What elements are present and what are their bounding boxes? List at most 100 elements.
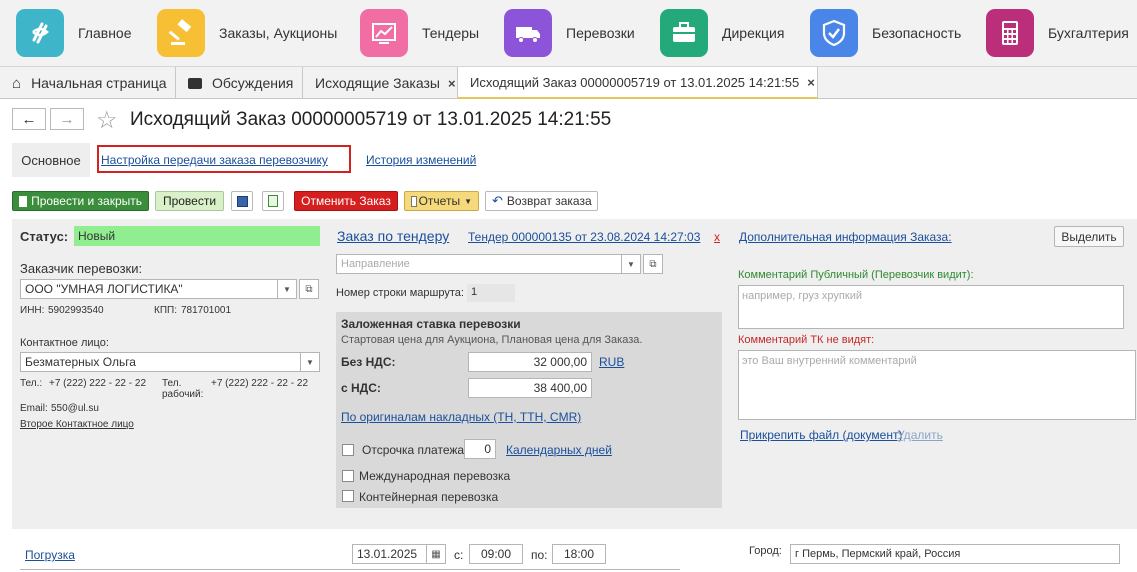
undo-arrow-icon: ↶ [492, 193, 503, 208]
tab-outgoing-orders[interactable]: Исходящие Заказы × [303, 67, 458, 99]
reports-button[interactable]: Отчеты ▼ [404, 191, 479, 211]
originals-link[interactable]: По оригиналам накладных (ТН, ТТН, CMR) [341, 410, 581, 424]
arrow-right-icon: → [59, 110, 75, 128]
customer-field[interactable]: ООО "УМНАЯ ЛОГИСТИКА" [20, 279, 278, 299]
nav-security[interactable]: Безопасность [810, 9, 961, 57]
tab-current-order-label: Исходящий Заказ 00000005719 от 13.01.202… [470, 74, 800, 90]
to-time-field[interactable]: 18:00 [552, 544, 606, 564]
no-vat-label: Без НДС: [341, 355, 396, 369]
deferral-checkbox[interactable] [342, 444, 354, 456]
calendar-days-link[interactable]: Календарных дней [506, 443, 612, 457]
currency-link[interactable]: RUB [599, 355, 624, 369]
post-and-close-button[interactable]: Провести и закрыть [12, 191, 149, 211]
save-button[interactable] [231, 191, 253, 211]
status-value: Новый [74, 226, 320, 246]
chevron-down-icon[interactable]: ▼ [621, 254, 641, 274]
create-based-button[interactable] [262, 191, 284, 211]
from-time-field[interactable]: 09:00 [469, 544, 523, 564]
international-label: Международная перевозка [359, 469, 511, 483]
post-button[interactable]: Провести [155, 191, 224, 211]
city-field[interactable]: г Пермь, Пермский край, Россия [790, 544, 1120, 564]
chart-line-icon [360, 9, 408, 57]
nav-orders-auctions-label: Заказы, Аукционы [219, 25, 338, 41]
container-label: Контейнерная перевозка [359, 490, 499, 504]
tab-outgoing-orders-label: Исходящие Заказы [315, 75, 440, 91]
gavel-icon [157, 9, 205, 57]
tab-carrier-settings[interactable]: Настройка передачи заказа перевозчику [101, 153, 328, 167]
container-checkbox[interactable] [342, 490, 354, 502]
work-phone-value: +7 (222) 222 - 22 - 22 [211, 378, 309, 389]
city-label: Город: [749, 545, 782, 557]
public-comment-field[interactable]: например, груз хрупкий [738, 285, 1124, 329]
floppy-icon [236, 195, 248, 207]
nav-transport[interactable]: Перевозки [504, 9, 635, 57]
direction-field[interactable]: Направление [336, 254, 622, 274]
tab-discussions-label: Обсуждения [212, 75, 294, 91]
nav-accounting[interactable]: Бухгалтерия [986, 9, 1129, 57]
kpp-label: КПП: [154, 305, 177, 316]
nav-main[interactable]: Главное [16, 9, 132, 57]
open-form-icon[interactable]: ⧉ [643, 254, 663, 274]
post-and-close-label: Провести и закрыть [31, 194, 142, 208]
chat-icon [188, 77, 202, 89]
close-icon[interactable]: × [448, 76, 456, 91]
nav-directorate-label: Дирекция [722, 25, 785, 41]
page-title: Исходящий Заказ 00000005719 от 13.01.202… [130, 109, 612, 130]
nav-main-label: Главное [78, 25, 132, 41]
loading-link[interactable]: Погрузка [25, 548, 75, 562]
close-icon[interactable]: × [807, 75, 815, 90]
report-icon [411, 195, 417, 207]
international-checkbox[interactable] [342, 470, 354, 482]
nav-orders-auctions[interactable]: Заказы, Аукционы [157, 9, 337, 57]
tender-link[interactable]: Тендер 000000135 от 23.08.2024 14:27:03 [468, 230, 700, 244]
tab-discussions[interactable]: Обсуждения [176, 67, 303, 99]
chevron-down-icon[interactable]: ▼ [277, 279, 297, 299]
calculator-icon [986, 9, 1034, 57]
return-order-label: Возврат заказа [506, 194, 592, 208]
highlight-button[interactable]: Выделить [1054, 226, 1124, 247]
private-comment-field[interactable]: это Ваш внутренний комментарий [738, 350, 1136, 420]
nav-directorate[interactable]: Дирекция [660, 9, 784, 57]
phone-value: +7 (222) 222 - 22 - 22 [49, 378, 147, 389]
document-icon [19, 195, 28, 207]
home-icon: ⌂ [12, 74, 22, 92]
tender-order-link[interactable]: Заказ по тендеру [337, 228, 449, 244]
status-label: Статус: [20, 229, 69, 244]
inn-value: 5902993540 [48, 305, 104, 316]
to-label: по: [531, 548, 548, 562]
tab-history[interactable]: История изменений [366, 153, 476, 167]
private-comment-label: Комментарий ТК не видят: [738, 334, 875, 346]
clear-tender-button[interactable]: x [714, 230, 720, 244]
tab-home-label: Начальная страница [31, 75, 167, 91]
nav-security-label: Безопасность [872, 25, 962, 41]
contact-field[interactable]: Безматерных Ольга [20, 352, 301, 372]
open-form-icon[interactable]: ⧉ [299, 279, 319, 299]
nav-tenders[interactable]: Тендеры [360, 9, 479, 57]
arrow-left-icon: ← [21, 110, 37, 128]
no-vat-field[interactable]: 32 000,00 [468, 352, 592, 372]
tab-home[interactable]: ⌂ Начальная страница [0, 67, 176, 99]
forward-button[interactable]: → [50, 108, 84, 130]
attach-file-link[interactable]: Прикрепить файл (документ) [740, 428, 902, 442]
date-field[interactable]: 13.01.2025 [352, 544, 428, 564]
calendar-icon[interactable]: ▦ [426, 544, 446, 564]
tab-current-order[interactable]: Исходящий Заказ 00000005719 от 13.01.202… [458, 67, 818, 99]
add-document-icon [268, 195, 278, 207]
vat-field[interactable]: 38 400,00 [468, 378, 592, 398]
work-phone-label-1: Тел. [162, 378, 182, 389]
email-label: Email: [20, 403, 48, 414]
chevron-down-icon[interactable]: ▼ [300, 352, 320, 372]
shield-check-icon [810, 9, 858, 57]
delete-link[interactable]: Удалить [897, 428, 943, 442]
back-button[interactable]: ← [12, 108, 46, 130]
return-order-button[interactable]: ↶ Возврат заказа [485, 191, 598, 211]
favorite-star-icon[interactable]: ☆ [96, 106, 118, 135]
second-contact-link[interactable]: Второе Контактное лицо [20, 419, 134, 430]
tab-bar: ⌂ Начальная страница Обсуждения Исходящи… [0, 67, 1137, 99]
deferral-days-field[interactable]: 0 [464, 439, 496, 459]
dollar-swirl-icon [16, 9, 64, 57]
nav-accounting-label: Бухгалтерия [1048, 25, 1129, 41]
additional-info-link[interactable]: Дополнительная информация Заказа: [739, 230, 952, 244]
tab-main[interactable]: Основное [12, 143, 90, 177]
cancel-order-button[interactable]: Отменить Заказ [294, 191, 398, 211]
